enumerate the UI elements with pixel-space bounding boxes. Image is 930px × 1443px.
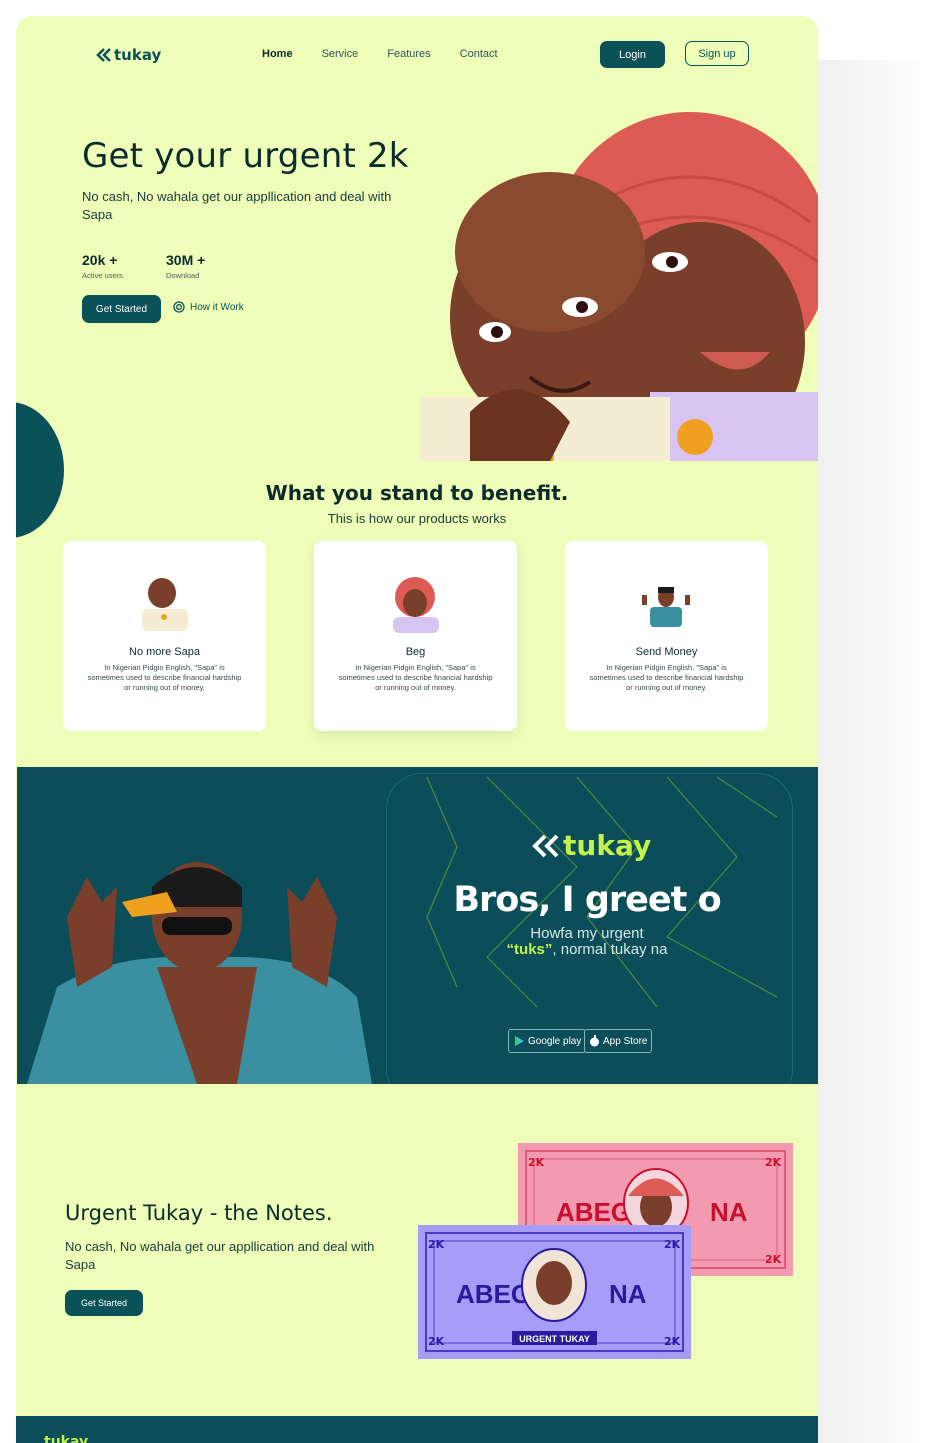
nav-item-service[interactable]: Service [322,48,359,60]
hero-subtitle: No cash, No wahala get our appllication … [82,189,392,222]
note-right-text: NA [710,1197,748,1227]
hero-title: Get your urgent 2k [82,136,409,176]
stat-downloads: 30M + Download [166,252,205,280]
signup-button[interactable]: Sign up [685,41,749,66]
card-title: Beg [405,646,426,658]
google-play-button[interactable]: Google play [508,1029,587,1053]
main-nav: Home Service Features Contact [262,48,498,60]
how-it-works-label: How it Work [190,301,244,313]
chevrons-icon [96,48,111,62]
note-corner: 2K [765,1156,782,1169]
nav-item-home[interactable]: Home [262,48,293,60]
stat-label: Download [166,271,200,280]
footer: tukay [16,1416,818,1443]
stat-label: Active users [82,271,123,280]
stat-active-users: 20k + Active users [82,252,123,280]
benefits-subtitle: This is how our products works [327,511,507,526]
hero-illustration [420,112,818,461]
benefit-card: No more Sapa In Nigerian Pidgin English,… [63,541,266,731]
target-icon [173,301,185,313]
banner-line-1: Howfa my urgent [530,925,644,942]
login-button[interactable]: Login [600,41,665,68]
banner-line-2-rest: , normal tukay na [552,941,668,958]
notes-subtitle: No cash, No wahala get our appllication … [65,1239,375,1272]
cool-man-avatar-icon [642,587,690,627]
landing-page: tukay Home Service Features Contact Logi… [16,16,818,1443]
chevrons-icon [532,834,559,857]
note-corner: 2K [765,1253,782,1266]
note-corner: 2K [528,1156,545,1169]
page-shadow [818,60,930,1443]
app-store-label: App Store [603,1035,648,1047]
banner-logo-text: tukay [563,829,652,862]
cool-man-illustration [27,862,372,1084]
apple-icon [590,1035,599,1047]
how-it-works-link[interactable]: How it Work [173,301,244,313]
note-corner: 2K [664,1335,681,1348]
stat-value: 30M + [166,252,206,268]
brand-logo[interactable]: tukay [96,46,161,64]
app-store-button[interactable]: App Store [584,1029,653,1053]
google-play-label: Google play [528,1035,582,1047]
notes-get-started-button[interactable]: Get Started [65,1290,143,1316]
banner-line-2: “tuks”, normal tukay na [397,941,777,958]
footer-logo: tukay [44,1434,89,1443]
note-corner: 2K [428,1238,445,1251]
man-avatar-icon [142,578,188,631]
note-corner: 2K [664,1238,681,1251]
note-corner: 2K [428,1335,445,1348]
benefit-card: Send Money In Nigerian Pidgin English, "… [565,541,768,731]
banner-title: Bros, I greet o [453,880,721,920]
note-left-text: ABEG [556,1197,631,1227]
woman-avatar-icon [393,577,439,633]
card-title: Send Money [635,646,698,658]
banner-logo: tukay [532,829,651,862]
card-title: No more Sapa [129,646,200,658]
nav-item-features[interactable]: Features [387,48,430,60]
note-right-text: NA [609,1279,647,1309]
notes-title: Urgent Tukay - the Notes. [65,1201,333,1225]
benefits-title: What you stand to benefit. [265,481,569,505]
card-description: In Nigerian Pidgin English, "Sapa" is so… [338,663,493,692]
get-started-button[interactable]: Get Started [82,295,161,323]
play-store-icon [515,1036,524,1046]
stat-value: 20k + [82,252,118,268]
card-description: In Nigerian Pidgin English, "Sapa" is so… [87,663,242,692]
note-left-text: ABEG [456,1279,531,1309]
tuks-highlight: “tuks” [506,941,553,958]
nav-item-contact[interactable]: Contact [460,48,498,60]
promo-banner: tukay Bros, I greet o Howfa my urgent “t… [17,767,818,1084]
brand-name: tukay [114,46,162,64]
naira-notes-illustration: 2K 2K 2K ABEG NA 2K 2K 2K 2K ABEG NA URG… [418,1143,793,1359]
note-ribbon-text: URGENT TUKAY [519,1334,590,1344]
card-description: In Nigerian Pidgin English, "Sapa" is so… [589,663,744,692]
benefit-card: Beg In Nigerian Pidgin English, "Sapa" i… [314,541,517,731]
